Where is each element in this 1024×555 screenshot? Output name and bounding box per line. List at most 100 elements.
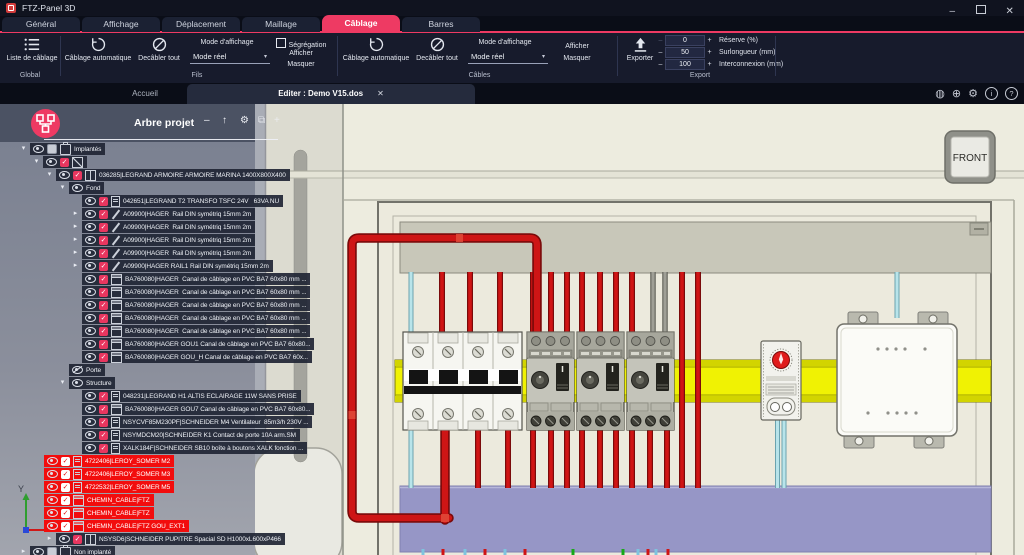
up-arrow-button[interactable]: ↑ (222, 115, 227, 126)
add-button[interactable]: + (274, 115, 280, 126)
palette-icon[interactable]: ◍ (935, 87, 945, 100)
y-axis-arrow-icon (23, 493, 30, 500)
export-icon (632, 36, 649, 53)
document-tab[interactable]: Editer : Demo V15.dos ✕ (187, 84, 475, 104)
document-tab[interactable]: Accueil (103, 84, 187, 104)
hide-button-fils[interactable]: Masquer (268, 61, 334, 68)
maximize-button[interactable] (969, 5, 993, 17)
ribbon: Liste de câblage Global Câblage automati… (0, 33, 1024, 83)
maximize-icon (976, 5, 986, 14)
contactor[interactable] (627, 332, 674, 430)
ribbon-tab-déplacement[interactable]: Déplacement (162, 17, 240, 32)
view-cube-face-label: FRONT (953, 153, 987, 164)
auto-wiring-label: Câblage automatique (65, 55, 132, 62)
application-window: FTZ-Panel 3D – ✕ GénéralAffichageDéplace… (0, 0, 1024, 555)
display-mode-select-fils[interactable]: Mode réel ▾ (190, 50, 270, 64)
viewport-3d[interactable]: FRONT (250, 104, 1024, 555)
ribbon-tab-maillage[interactable]: Maillage (242, 17, 320, 32)
unwire-label: Decâbler tout (416, 55, 458, 62)
display-mode-label-cables: Mode d'affichage (468, 39, 542, 46)
auto-wiring-icon (90, 36, 107, 53)
panel-header-underline (44, 139, 278, 140)
auto-wiring-button-fils[interactable]: Câblage automatique (64, 36, 132, 62)
spinner-row: –100+Interconnexion (mm) (656, 59, 836, 70)
view-cube[interactable]: FRONT (945, 131, 995, 183)
group-label-export: Export (620, 72, 780, 79)
ribbon-tab-affichage[interactable]: Affichage (82, 17, 160, 32)
tree-panel-title: Arbre projet (134, 117, 194, 129)
info-icon[interactable]: i (985, 87, 998, 100)
spinner-row: –50+Surlongueur (mm) (656, 47, 836, 58)
display-mode-select-cables[interactable]: Mode réel ▾ (468, 50, 548, 64)
globe-icon[interactable]: ⊕ (952, 87, 961, 100)
unwire-icon (151, 36, 168, 53)
unwire-label: Decâbler tout (138, 55, 180, 62)
hide-button-cables[interactable]: Masquer (548, 55, 606, 62)
contactor[interactable] (577, 332, 624, 430)
minimize-button[interactable]: – (940, 6, 964, 17)
spinner-increment-button[interactable]: + (705, 49, 714, 56)
thermostat[interactable] (761, 341, 801, 420)
display-mode-label-fils: Mode d'affichage (190, 39, 264, 46)
electronics-box[interactable] (837, 312, 957, 448)
ribbon-separator (60, 36, 61, 76)
axis-indicator: Y (12, 478, 152, 548)
spinner-row: –0+ Réserve (%) (656, 35, 836, 46)
app-logo-icon (6, 3, 16, 13)
cable-list-label: Liste de câblage (7, 55, 58, 62)
ribbon-separator (337, 36, 338, 76)
spinner-increment-button[interactable]: + (705, 61, 714, 68)
spinner-decrement-button[interactable]: – (656, 49, 665, 56)
spinner-value[interactable]: 0 (665, 35, 705, 46)
settings-icon[interactable]: ⚙ (968, 87, 978, 100)
export-label: Exporter (627, 55, 653, 62)
document-tab-bar: ◍ ⊕ ⚙ i? Accueil Editer : Demo V15.dos ✕ (0, 84, 1024, 104)
unwire-all-button-cables[interactable]: Decâbler tout (410, 36, 464, 62)
document-tab-label: Accueil (132, 89, 158, 98)
app-title: FTZ-Panel 3D (22, 3, 75, 13)
display-mode-value: Mode réel (193, 52, 226, 61)
help-icon[interactable]: ? (1005, 87, 1018, 100)
pupitre-object[interactable] (254, 448, 342, 555)
ribbon-tab-barres[interactable]: Barres (402, 17, 480, 32)
close-tab-icon[interactable]: ✕ (377, 89, 384, 98)
checkbox-icon (276, 38, 286, 48)
collapse-panel-button[interactable]: – (204, 115, 210, 126)
close-button[interactable]: ✕ (998, 6, 1022, 17)
display-mode-value: Mode réel (471, 52, 504, 61)
title-bar: FTZ-Panel 3D (0, 0, 1024, 16)
ribbon-separator (617, 36, 618, 76)
top-cable-duct[interactable] (400, 222, 991, 273)
export-spinners: –0+Réserve (%)–50+Surlongueur (mm)–100+I… (656, 35, 836, 71)
auto-wiring-label: Câblage automatique (343, 55, 410, 62)
export-button[interactable]: Exporter (622, 36, 658, 62)
window-controls: – ✕ (938, 0, 1024, 22)
spinner-increment-button[interactable]: + (705, 37, 714, 44)
ribbon-tab-général[interactable]: Général (2, 17, 80, 32)
bottom-cable-duct[interactable] (400, 486, 991, 552)
document-tab-label: Editer : Demo V15.dos (278, 89, 363, 98)
ribbon-tab-câblage[interactable]: Câblage (322, 15, 400, 32)
tree-scrollbar[interactable] (294, 150, 307, 462)
group-label-cables: Câbles (342, 72, 617, 79)
detach-panel-button[interactable]: ⧉ (258, 115, 265, 126)
cable-list-button[interactable]: Liste de câblage (6, 36, 58, 62)
spinner-decrement-button[interactable]: – (656, 37, 665, 44)
segregation-checkbox[interactable]: Ségrégation (268, 38, 334, 49)
unwire-all-button-fils[interactable]: Decâbler tout (132, 36, 186, 62)
contactor[interactable] (527, 332, 574, 430)
unwire-icon (429, 36, 446, 53)
spinner-decrement-button[interactable]: – (656, 61, 665, 68)
spinner-label: Réserve (%) (719, 37, 758, 44)
spinner-value[interactable]: 100 (665, 59, 705, 70)
tree-settings-button[interactable]: ⚙ (240, 115, 249, 126)
chevron-down-icon: ▾ (542, 53, 545, 60)
show-button-cables[interactable]: Afficher (548, 43, 606, 50)
viewport-toolbar: ◍ ⊕ ⚙ i? (935, 87, 1018, 100)
circuit-breaker[interactable] (403, 332, 522, 430)
auto-wiring-button-cables[interactable]: Câblage automatique (342, 36, 410, 62)
ribbon-tab-strip: GénéralAffichageDéplacementMaillageCâbla… (2, 16, 480, 32)
show-button-fils[interactable]: Afficher (268, 50, 334, 57)
spinner-value[interactable]: 50 (665, 47, 705, 58)
project-tree-logo-icon (31, 109, 60, 138)
